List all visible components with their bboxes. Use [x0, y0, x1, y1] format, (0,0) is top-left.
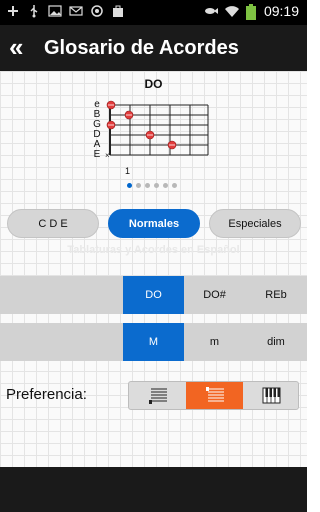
finger-dot — [106, 100, 116, 110]
finger-dot — [167, 140, 177, 150]
page-indicator — [127, 183, 177, 188]
finger-dot — [124, 110, 134, 120]
tablature-icon — [149, 388, 167, 404]
fish-icon — [204, 4, 218, 18]
watermark-text: Tablaturas y Acordes en Español — [67, 244, 240, 256]
page-dot[interactable] — [154, 183, 159, 188]
category-normales-button[interactable]: Normales — [108, 209, 200, 238]
finger-dot — [106, 120, 116, 130]
chord-type-selector: M m dim — [0, 323, 307, 361]
note-do-sharp-option[interactable]: DO# — [184, 276, 245, 314]
chord-name: DO — [144, 77, 163, 91]
page-dot[interactable] — [145, 183, 150, 188]
bottom-bar — [0, 467, 307, 512]
chord-diagram-icon — [206, 387, 224, 402]
image-icon — [48, 4, 62, 18]
fretboard: × — [105, 100, 209, 160]
notification-icons — [6, 4, 125, 18]
type-major-option[interactable]: M — [123, 323, 184, 361]
finger-dot — [145, 130, 155, 140]
status-bar: 09:19 — [0, 0, 307, 25]
back-button[interactable]: « — [9, 34, 33, 62]
wifi-icon — [224, 4, 239, 18]
preference-toggle — [128, 381, 299, 410]
page-dot[interactable] — [136, 183, 141, 188]
clock: 09:19 — [263, 3, 299, 19]
page-dot[interactable] — [127, 183, 132, 188]
piano-icon — [262, 387, 281, 404]
chord-diagram[interactable]: e B G D A E × 1 — [92, 98, 212, 178]
system-status: 09:19 — [204, 3, 299, 20]
sync-icon — [90, 4, 104, 18]
muted-string-mark: × — [105, 151, 110, 160]
battery-icon — [244, 4, 258, 20]
start-fret-number: 1 — [125, 166, 131, 176]
chord-diagram-view-button[interactable] — [186, 382, 243, 409]
bag-icon — [111, 4, 125, 18]
mail-icon — [69, 4, 83, 18]
page-title: Glosario de Acordes — [44, 37, 239, 59]
preference-label: Preferencia: — [6, 386, 87, 403]
add-icon — [6, 4, 20, 18]
usb-icon — [27, 4, 41, 18]
piano-view-button[interactable] — [243, 382, 298, 409]
type-minor-option[interactable]: m — [184, 323, 245, 361]
page-dot[interactable] — [172, 183, 177, 188]
note-do-option[interactable]: DO — [123, 276, 184, 314]
note-re-flat-option[interactable]: REb — [245, 276, 307, 314]
page-dot[interactable] — [163, 183, 168, 188]
type-dim-option[interactable]: dim — [245, 323, 307, 361]
category-especiales-button[interactable]: Especiales — [209, 209, 301, 238]
action-bar: « Glosario de Acordes — [0, 25, 307, 71]
tablature-view-button[interactable] — [129, 382, 186, 409]
note-selector: DO DO# REb — [0, 276, 307, 314]
category-cde-button[interactable]: C D E — [7, 209, 99, 238]
